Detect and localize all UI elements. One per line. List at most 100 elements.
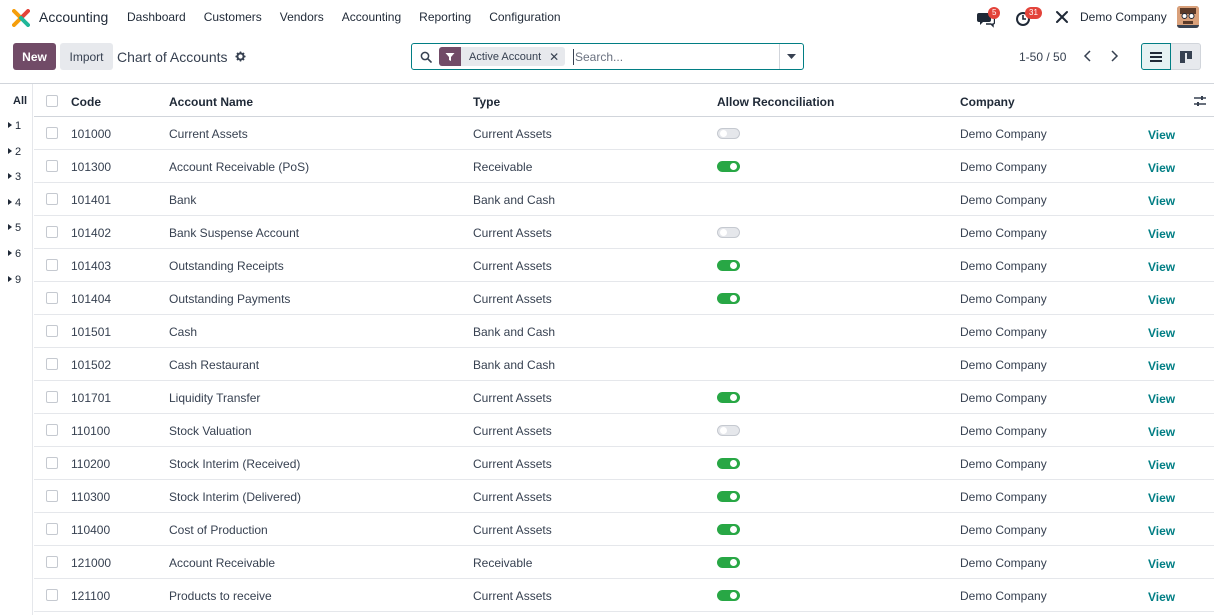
view-link[interactable]: View [1148,590,1175,604]
reconcile-toggle-on[interactable] [717,458,740,469]
row-checkbox[interactable] [46,490,58,502]
view-link[interactable]: View [1148,458,1175,472]
table-row[interactable]: 101300 Account Receivable (PoS) Receivable… [34,150,1214,183]
reconcile-toggle-on[interactable] [717,161,740,172]
pager-value[interactable]: 1-50 / 50 [1019,50,1066,64]
menu-accounting[interactable]: Accounting [342,10,401,24]
group-item[interactable]: 4 [8,197,21,209]
view-link[interactable]: View [1148,392,1175,406]
filter-facet[interactable]: Active Account ✕ [439,47,566,66]
menu-configuration[interactable]: Configuration [489,10,560,24]
view-link[interactable]: View [1148,491,1175,505]
table-row[interactable]: 110100 Stock Valuation Current Assets Demo … [34,414,1214,447]
tools-icon[interactable] [1055,10,1069,24]
table-row[interactable]: 101502 Cash Restaurant Bank and Cash Demo C… [34,348,1214,381]
table-row[interactable]: 101403 Outstanding Receipts Current Assets… [34,249,1214,282]
row-checkbox[interactable] [46,556,58,568]
reconcile-toggle-on[interactable] [717,392,740,403]
table-row[interactable]: 121100 Products to receive Current Assets D… [34,579,1214,612]
view-link[interactable]: View [1148,524,1175,538]
search-bar[interactable]: Active Account ✕ [411,43,804,70]
search-options-toggle[interactable] [779,44,803,69]
reconcile-toggle-on[interactable] [717,557,740,568]
new-button[interactable]: New [13,43,56,70]
header-type[interactable]: Type [473,95,500,109]
view-link[interactable]: View [1148,425,1175,439]
group-item[interactable]: 6 [8,248,21,260]
chevron-right-icon[interactable] [1108,49,1120,63]
reconcile-toggle-off[interactable] [717,227,740,238]
row-checkbox[interactable] [46,292,58,304]
view-link[interactable]: View [1148,128,1175,142]
search-input[interactable] [573,49,778,65]
search-icon[interactable] [420,51,432,63]
user-avatar[interactable] [1177,6,1199,28]
reconcile-toggle-on[interactable] [717,491,740,502]
row-checkbox[interactable] [46,193,58,205]
row-checkbox[interactable] [46,226,58,238]
group-item[interactable]: 1 [8,120,21,132]
row-checkbox[interactable] [46,523,58,535]
row-checkbox[interactable] [46,358,58,370]
reconcile-toggle-on[interactable] [717,260,740,271]
group-item[interactable]: 2 [8,146,21,158]
view-link[interactable]: View [1148,227,1175,241]
row-checkbox[interactable] [46,424,58,436]
reconcile-toggle-on[interactable] [717,524,740,535]
gear-icon[interactable] [235,51,246,62]
menu-dashboard[interactable]: Dashboard [127,10,186,24]
view-link[interactable]: View [1148,194,1175,208]
table-row[interactable]: 101404 Outstanding Payments Current Assets… [34,282,1214,315]
view-link[interactable]: View [1148,293,1175,307]
table-row[interactable]: 101501 Cash Bank and Cash Demo Company View [34,315,1214,348]
view-link[interactable]: View [1148,359,1175,373]
table-row[interactable]: 110300 Stock Interim (Delivered) Current A… [34,480,1214,513]
column-settings-icon[interactable] [1194,95,1206,107]
caret-down-icon [787,53,796,59]
view-link[interactable]: View [1148,326,1175,340]
menu-reporting[interactable]: Reporting [419,10,471,24]
table-row[interactable]: 101701 Liquidity Transfer Current Assets De… [34,381,1214,414]
row-checkbox[interactable] [46,259,58,271]
row-checkbox[interactable] [46,325,58,337]
group-item[interactable]: 5 [8,222,21,234]
view-link[interactable]: View [1148,260,1175,274]
group-all[interactable]: All [13,95,27,107]
menu-vendors[interactable]: Vendors [280,10,324,24]
reconcile-toggle-on[interactable] [717,293,740,304]
company-switcher[interactable]: Demo Company [1080,10,1167,24]
list-view-button[interactable] [1141,43,1171,70]
chevron-left-icon[interactable] [1082,49,1094,63]
table-row[interactable]: 121000 Account Receivable Receivable Demo C… [34,546,1214,579]
header-allow-reconciliation[interactable]: Allow Reconciliation [717,95,834,109]
menu-customers[interactable]: Customers [204,10,262,24]
view-link[interactable]: View [1148,557,1175,571]
accounting-logo-icon[interactable] [12,9,30,27]
table-row[interactable]: 110200 Stock Interim (Received) Current As… [34,447,1214,480]
view-link[interactable]: View [1148,161,1175,175]
group-item[interactable]: 9 [8,274,21,286]
row-checkbox[interactable] [46,391,58,403]
cell-type: Current Assets [473,127,552,141]
table-row[interactable]: 101401 Bank Bank and Cash Demo Company View [34,183,1214,216]
table-row[interactable]: 110400 Cost of Production Current Assets De… [34,513,1214,546]
header-code[interactable]: Code [71,95,101,109]
header-company[interactable]: Company [960,95,1015,109]
table-row[interactable]: 101000 Current Assets Current Assets Demo C… [34,117,1214,150]
header-account-name[interactable]: Account Name [169,95,253,109]
facet-remove-icon[interactable]: ✕ [549,50,565,64]
cell-type: Current Assets [473,523,552,537]
kanban-view-button[interactable] [1171,43,1201,70]
import-button[interactable]: Import [60,43,113,70]
reconcile-toggle-off[interactable] [717,425,740,436]
row-checkbox[interactable] [46,589,58,601]
row-checkbox[interactable] [46,457,58,469]
table-row[interactable]: 101402 Bank Suspense Account Current Asset… [34,216,1214,249]
row-checkbox[interactable] [46,127,58,139]
group-item[interactable]: 3 [8,171,21,183]
app-name[interactable]: Accounting [39,9,108,25]
reconcile-toggle-off[interactable] [717,128,740,139]
row-checkbox[interactable] [46,160,58,172]
reconcile-toggle-on[interactable] [717,590,740,601]
select-all-checkbox[interactable] [46,95,58,107]
